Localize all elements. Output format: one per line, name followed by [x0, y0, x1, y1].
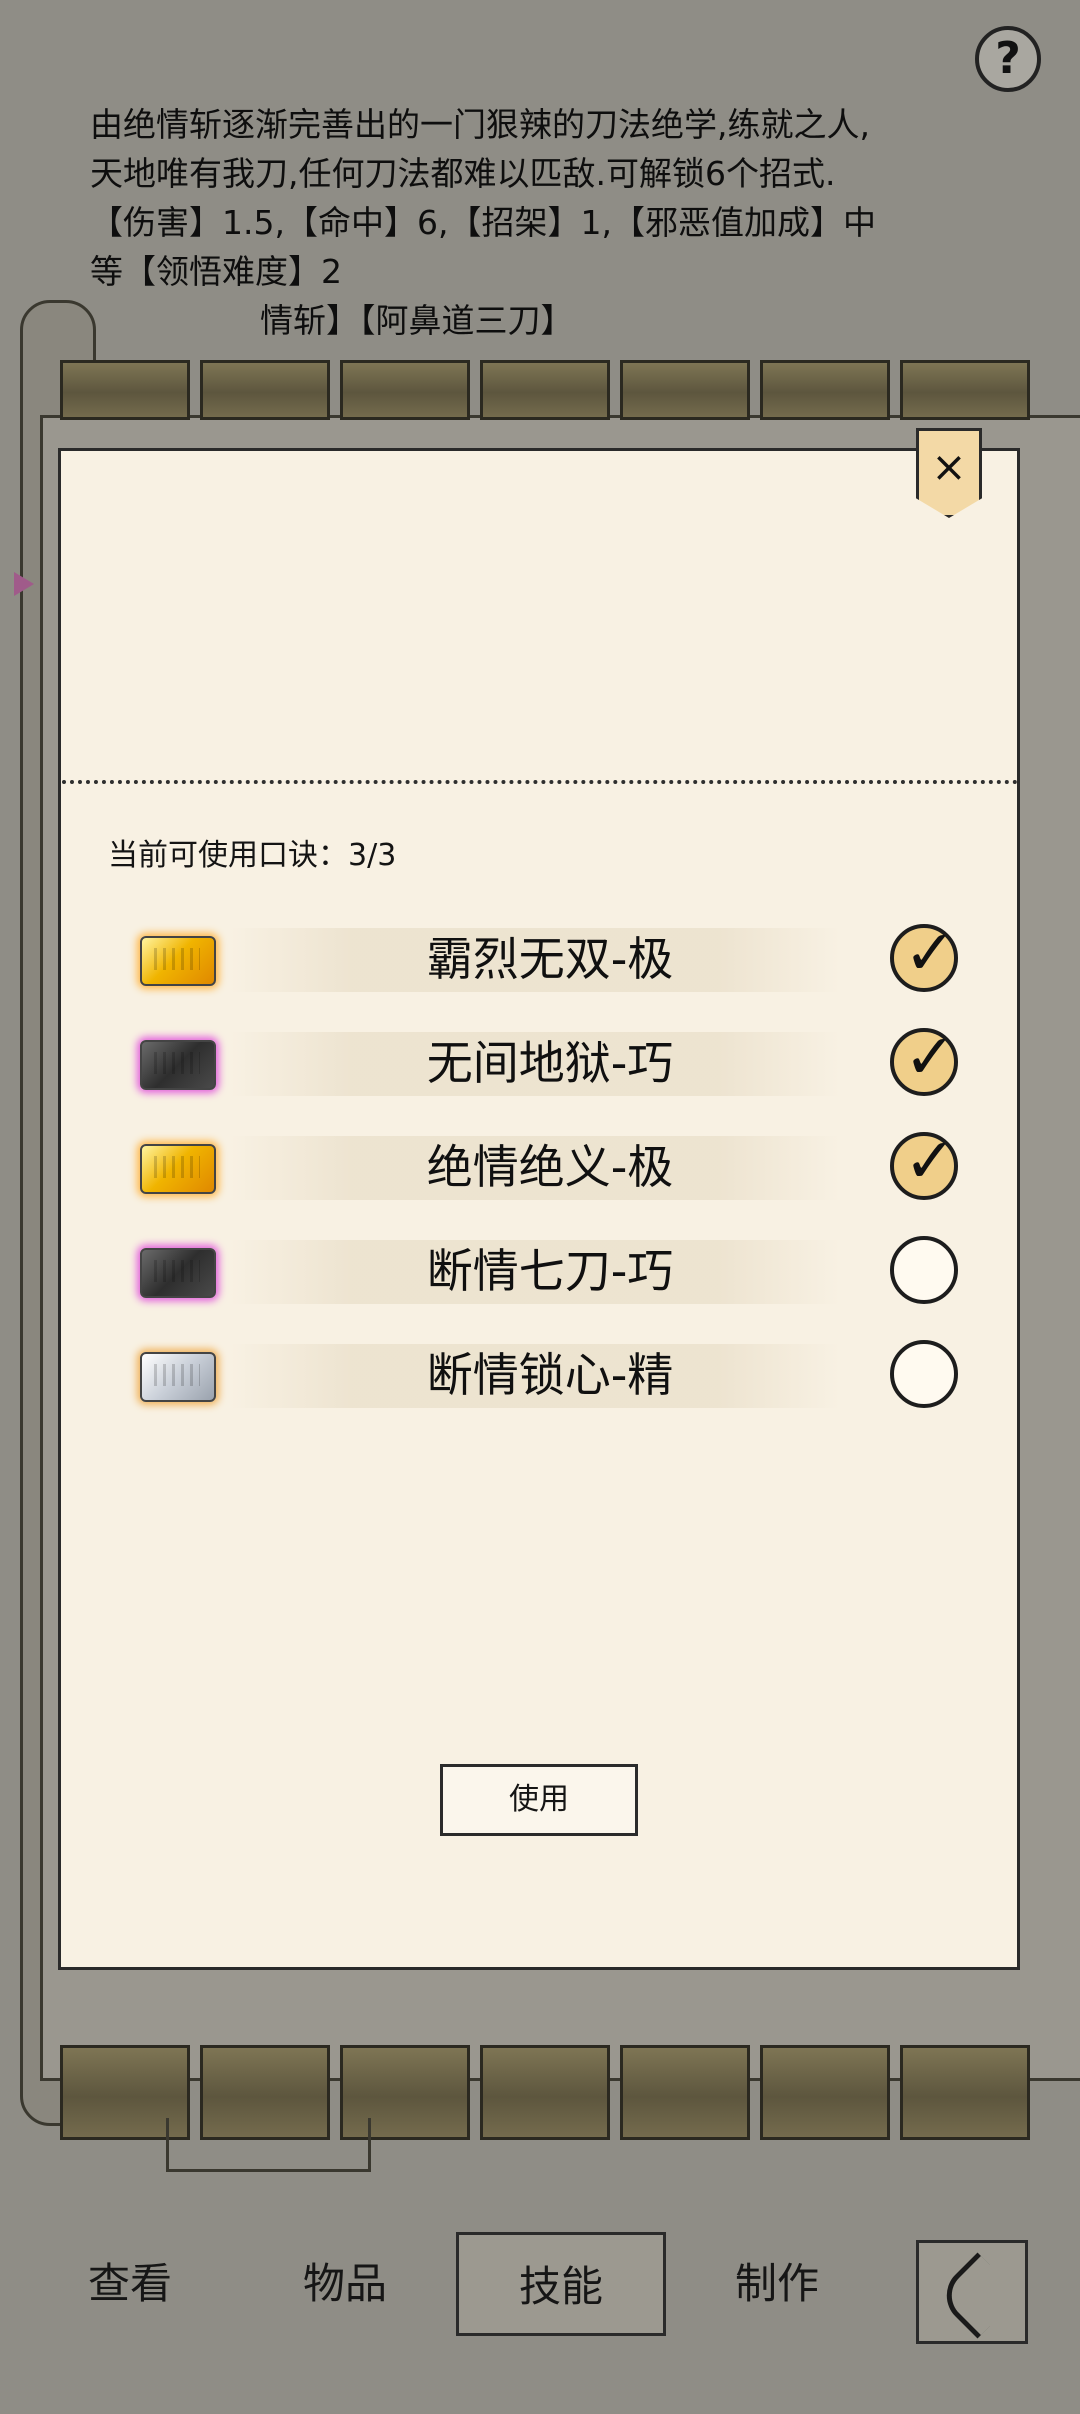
mantra-row[interactable]: 霸烈无双-极 ✓ — [130, 918, 970, 1000]
back-button[interactable] — [916, 2240, 1028, 2344]
mantra-select-dialog — [58, 448, 1020, 1970]
check-icon: ✓ — [904, 1020, 956, 1093]
mantra-checkbox[interactable]: ✓ — [890, 1126, 958, 1200]
check-icon: ✓ — [904, 1124, 956, 1197]
use-button[interactable]: 使用 — [440, 1764, 638, 1836]
mantra-name: 断情七刀-巧 — [426, 1244, 674, 1298]
mantra-name: 无间地狱-巧 — [426, 1036, 674, 1090]
mantra-name: 断情锁心-精 — [426, 1348, 674, 1402]
check-icon: ✓ — [904, 916, 956, 989]
tab-items[interactable]: 物品 — [240, 2232, 450, 2336]
bottom-nav: 查看 物品 技能 制作 — [0, 2190, 1080, 2414]
dotted-divider — [62, 780, 1018, 784]
mantra-row[interactable]: 断情锁心-精 — [130, 1336, 970, 1416]
available-mantra-count: 当前可使用口诀：3/3 — [108, 838, 397, 873]
mantra-checkbox[interactable]: ✓ — [890, 1022, 958, 1096]
mantra-row[interactable]: 断情七刀-巧 — [130, 1232, 970, 1312]
mantra-checkbox[interactable] — [890, 1340, 958, 1408]
mantra-checkbox[interactable] — [890, 1236, 958, 1304]
mantra-name: 绝情绝义-极 — [426, 1140, 674, 1194]
mantra-row[interactable]: 无间地狱-巧 ✓ — [130, 1022, 970, 1104]
tab-craft[interactable]: 制作 — [672, 2232, 882, 2336]
tab-skills[interactable]: 技能 — [456, 2232, 666, 2336]
mantra-name: 霸烈无双-极 — [426, 932, 674, 986]
mantra-row[interactable]: 绝情绝义-极 ✓ — [130, 1126, 970, 1208]
tab-view[interactable]: 查看 — [25, 2232, 235, 2336]
mantra-checkbox[interactable]: ✓ — [890, 918, 958, 992]
back-chevron-icon — [934, 2252, 1021, 2339]
